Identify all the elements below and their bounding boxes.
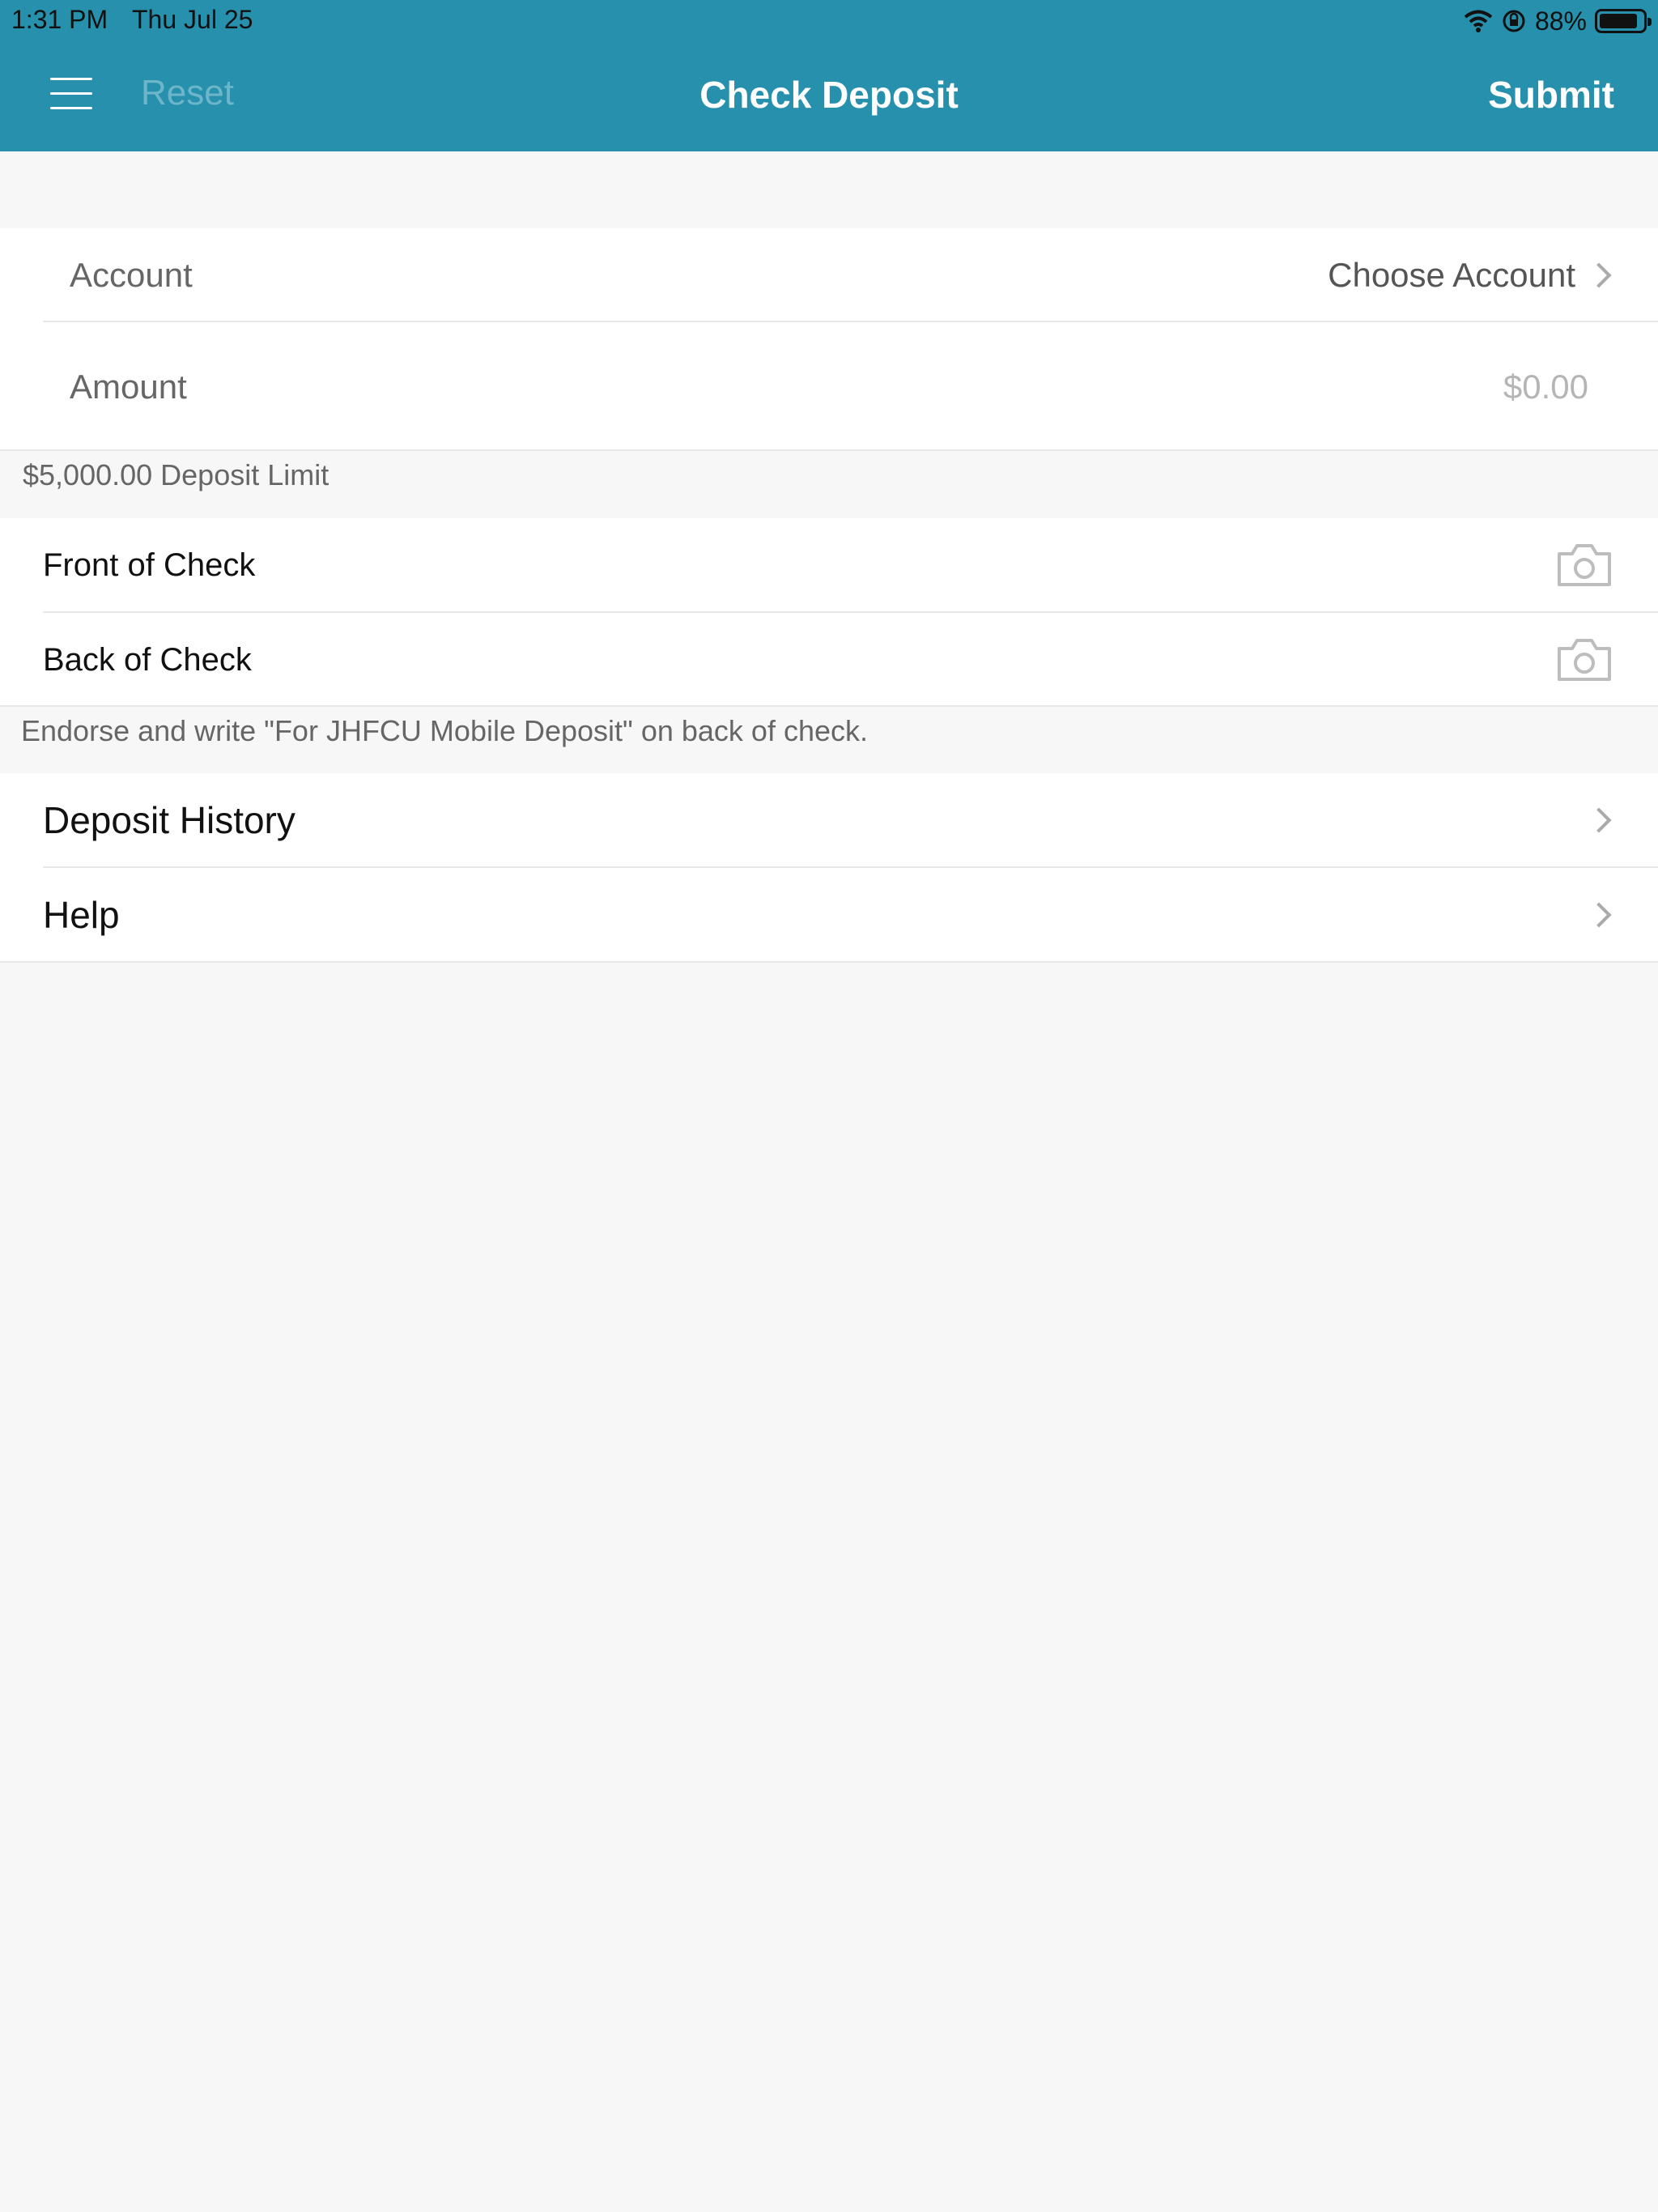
page-title: Check Deposit xyxy=(699,74,959,116)
rotation-lock-icon xyxy=(1503,10,1525,32)
status-date: Thu Jul 25 xyxy=(132,5,253,34)
top-bar: 1:31 PM Thu Jul 25 88% Reset Check Depos… xyxy=(0,0,1658,151)
nav-bar: Reset Check Deposit Submit xyxy=(0,40,1658,151)
divider xyxy=(0,705,1658,707)
wifi-icon xyxy=(1464,10,1493,32)
camera-icon[interactable] xyxy=(1556,636,1613,683)
chevron-right-icon xyxy=(1586,807,1612,833)
battery-fill xyxy=(1600,14,1637,28)
camera-icon[interactable] xyxy=(1556,541,1613,588)
amount-row[interactable]: Amount $0.00 xyxy=(0,340,1658,434)
check-images-group: Front of Check Back of Check xyxy=(0,518,1658,707)
status-time: 1:31 PM xyxy=(11,5,108,34)
status-bar: 1:31 PM Thu Jul 25 88% xyxy=(0,0,1658,40)
chevron-right-icon xyxy=(1586,902,1612,928)
amount-field[interactable]: $0.00 xyxy=(1503,368,1588,406)
deposit-history-row[interactable]: Deposit History xyxy=(0,773,1658,867)
endorse-note: Endorse and write "For JHFCU Mobile Depo… xyxy=(21,714,868,747)
deposit-limit-note: $5,000.00 Deposit Limit xyxy=(23,458,329,491)
submit-button[interactable]: Submit xyxy=(1488,73,1614,117)
help-label: Help xyxy=(43,894,120,936)
amount-label: Amount xyxy=(70,368,187,406)
battery-icon xyxy=(1595,9,1652,33)
divider xyxy=(0,449,1658,451)
back-of-check-label: Back of Check xyxy=(43,641,252,678)
status-right: 88% xyxy=(1464,5,1652,37)
account-value[interactable]: Choose Account xyxy=(1328,256,1575,295)
battery-percent: 88% xyxy=(1534,6,1587,36)
links-group: Deposit History Help xyxy=(0,773,1658,963)
divider xyxy=(43,321,1658,322)
back-of-check-row[interactable]: Back of Check xyxy=(0,613,1658,707)
divider xyxy=(0,961,1658,963)
chevron-right-icon xyxy=(1586,262,1612,288)
account-label: Account xyxy=(70,256,193,294)
front-of-check-label: Front of Check xyxy=(43,547,256,583)
deposit-form-group: Account Choose Account Amount $0.00 xyxy=(0,228,1658,451)
help-row[interactable]: Help xyxy=(0,868,1658,962)
account-row[interactable]: Account Choose Account xyxy=(0,228,1658,322)
deposit-history-label: Deposit History xyxy=(43,799,295,841)
front-of-check-row[interactable]: Front of Check xyxy=(0,518,1658,612)
